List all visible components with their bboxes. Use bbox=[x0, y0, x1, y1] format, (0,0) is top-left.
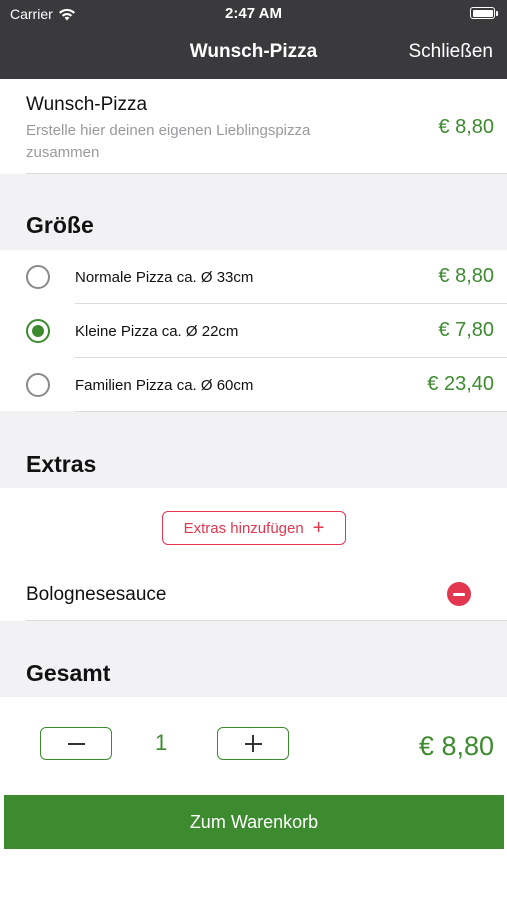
quantity-value: 1 bbox=[155, 730, 168, 755]
product-header: Wunsch-Pizza Erstelle hier deinen eigene… bbox=[0, 79, 507, 174]
size-label: Kleine Pizza ca. Ø 22cm bbox=[75, 323, 239, 340]
radio-button[interactable] bbox=[26, 265, 50, 289]
decrease-quantity-button[interactable] bbox=[40, 727, 112, 760]
plus-icon bbox=[244, 735, 262, 752]
radio-button-selected[interactable] bbox=[26, 319, 50, 343]
product-price: € 8,80 bbox=[438, 116, 494, 138]
extras-panel: Extras hinzufügen + Bolognesesauce bbox=[0, 488, 507, 621]
add-to-cart-button[interactable]: Zum Warenkorb bbox=[4, 795, 504, 849]
size-option-normal[interactable]: Normale Pizza ca. Ø 33cm € 8,80 bbox=[0, 250, 507, 304]
size-label: Familien Pizza ca. Ø 60cm bbox=[75, 377, 254, 394]
clock: 2:47 AM bbox=[225, 5, 282, 22]
size-option-small[interactable]: Kleine Pizza ca. Ø 22cm € 7,80 bbox=[0, 304, 507, 358]
minus-icon bbox=[67, 742, 85, 745]
divider bbox=[26, 620, 507, 621]
close-button[interactable]: Schließen bbox=[409, 41, 494, 63]
battery-icon bbox=[470, 7, 498, 19]
size-price: € 8,80 bbox=[438, 265, 494, 287]
product-name: Wunsch-Pizza bbox=[26, 94, 148, 115]
size-price: € 23,40 bbox=[427, 373, 494, 395]
size-section-heading: Größe bbox=[26, 212, 94, 238]
remove-extra-icon[interactable] bbox=[447, 582, 471, 606]
extra-item: Bolognesesauce bbox=[0, 567, 507, 621]
size-options-list: Normale Pizza ca. Ø 33cm € 8,80 Kleine P… bbox=[0, 250, 507, 412]
radio-button[interactable] bbox=[26, 373, 50, 397]
size-price: € 7,80 bbox=[438, 319, 494, 341]
total-price: € 8,80 bbox=[418, 731, 494, 761]
total-section-heading: Gesamt bbox=[26, 660, 111, 686]
increase-quantity-button[interactable] bbox=[217, 727, 289, 760]
plus-icon: + bbox=[312, 517, 325, 539]
add-extras-button[interactable]: Extras hinzufügen + bbox=[162, 511, 346, 545]
divider bbox=[26, 173, 507, 174]
extra-item-name: Bolognesesauce bbox=[26, 584, 167, 605]
product-description: Erstelle hier deinen eigenen Lieblingspi… bbox=[26, 122, 311, 161]
size-option-family[interactable]: Familien Pizza ca. Ø 60cm € 23,40 bbox=[0, 358, 507, 412]
add-extras-label: Extras hinzufügen bbox=[183, 519, 304, 537]
extras-section-heading: Extras bbox=[26, 451, 97, 477]
status-bar: Carrier 2:47 AM bbox=[0, 0, 507, 28]
size-label: Normale Pizza ca. Ø 33cm bbox=[75, 269, 254, 286]
navigation-bar: Wunsch-Pizza Schließen bbox=[0, 28, 507, 79]
divider bbox=[75, 411, 507, 412]
total-panel: 1 € 8,80 Zum Warenkorb bbox=[0, 697, 507, 900]
